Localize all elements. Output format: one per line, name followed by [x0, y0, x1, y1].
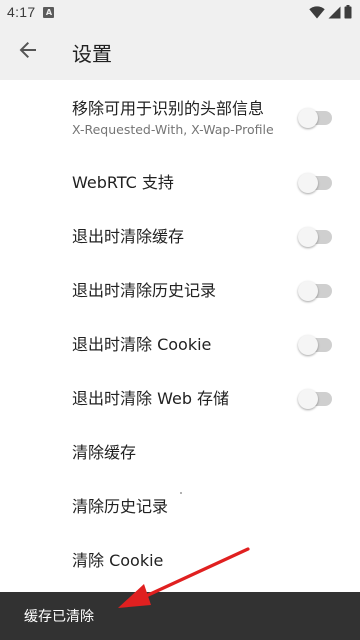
- battery-icon: [344, 5, 352, 19]
- back-button[interactable]: [0, 24, 56, 80]
- app-bar: 设置: [0, 24, 360, 80]
- toggle-thumb: [298, 227, 318, 247]
- toggle-thumb: [298, 108, 318, 128]
- setting-title: 移除可用于识别的头部信息: [72, 99, 265, 118]
- a-badge-icon: A: [43, 6, 55, 18]
- toggle-thumb: [298, 281, 318, 301]
- setting-text: WebRTC 支持: [72, 173, 174, 193]
- arrow-left-icon: [19, 41, 37, 63]
- signal-icon: [328, 6, 341, 19]
- setting-title: 退出时清除历史记录: [72, 281, 217, 300]
- snackbar-message: 缓存已清除: [24, 609, 94, 625]
- snackbar: 缓存已清除: [0, 592, 360, 640]
- setting-clear-cache-on-exit[interactable]: 退出时清除缓存: [0, 208, 360, 262]
- page-title: 设置: [72, 41, 112, 66]
- setting-title: 退出时清除 Web 存储: [72, 389, 230, 408]
- setting-clear-history-on-exit[interactable]: 退出时清除历史记录: [0, 262, 360, 316]
- toggle-switch[interactable]: [298, 281, 334, 301]
- setting-title: 退出时清除缓存: [72, 227, 185, 246]
- setting-text: 清除 Cookie: [72, 551, 163, 571]
- setting-remove-identifying-headers[interactable]: 移除可用于识别的头部信息 X-Requested-With, X-Wap-Pro…: [0, 80, 360, 152]
- toggle-switch[interactable]: [298, 335, 334, 355]
- setting-clear-web-storage-on-exit[interactable]: 退出时清除 Web 存储: [0, 370, 360, 424]
- toggle-switch[interactable]: [298, 173, 334, 193]
- toggle-switch[interactable]: [298, 227, 334, 247]
- setting-text: 退出时清除 Cookie: [72, 335, 211, 355]
- setting-title: 清除 Cookie: [72, 551, 164, 570]
- setting-text: 退出时清除 Web 存储: [72, 389, 229, 409]
- setting-title: 退出时清除 Cookie: [72, 335, 212, 354]
- setting-title: 清除历史记录: [72, 497, 169, 516]
- setting-text: 清除历史记录: [72, 497, 168, 517]
- setting-webrtc-support[interactable]: WebRTC 支持: [0, 152, 360, 212]
- status-time: 4:17: [7, 4, 36, 20]
- toggle-switch[interactable]: [298, 389, 334, 409]
- wifi-icon: [309, 5, 325, 19]
- setting-title: 清除缓存: [72, 443, 137, 462]
- dust-speck: [180, 492, 182, 494]
- status-icons: [309, 5, 352, 19]
- setting-text: 清除缓存: [72, 443, 136, 463]
- status-bar: 4:17 A: [0, 0, 360, 24]
- toggle-switch[interactable]: [298, 108, 334, 128]
- screen: 4:17 A 设置 移除可用于识别的头部信息 X-Requested-With,…: [0, 0, 360, 640]
- setting-clear-cookie-on-exit[interactable]: 退出时清除 Cookie: [0, 316, 360, 370]
- toggle-thumb: [298, 389, 318, 409]
- setting-summary: X-Requested-With, X-Wap-Profile: [72, 122, 274, 137]
- setting-text: 退出时清除历史记录: [72, 281, 216, 301]
- setting-text: 移除可用于识别的头部信息 X-Requested-With, X-Wap-Pro…: [72, 99, 274, 138]
- toggle-thumb: [298, 335, 318, 355]
- setting-clear-history[interactable]: 清除历史记录: [0, 478, 360, 532]
- setting-text: 退出时清除缓存: [72, 227, 184, 247]
- setting-clear-cache[interactable]: 清除缓存: [0, 424, 360, 478]
- setting-clear-cookie[interactable]: 清除 Cookie: [0, 532, 360, 586]
- setting-title: WebRTC 支持: [72, 173, 174, 192]
- toggle-thumb: [298, 173, 318, 193]
